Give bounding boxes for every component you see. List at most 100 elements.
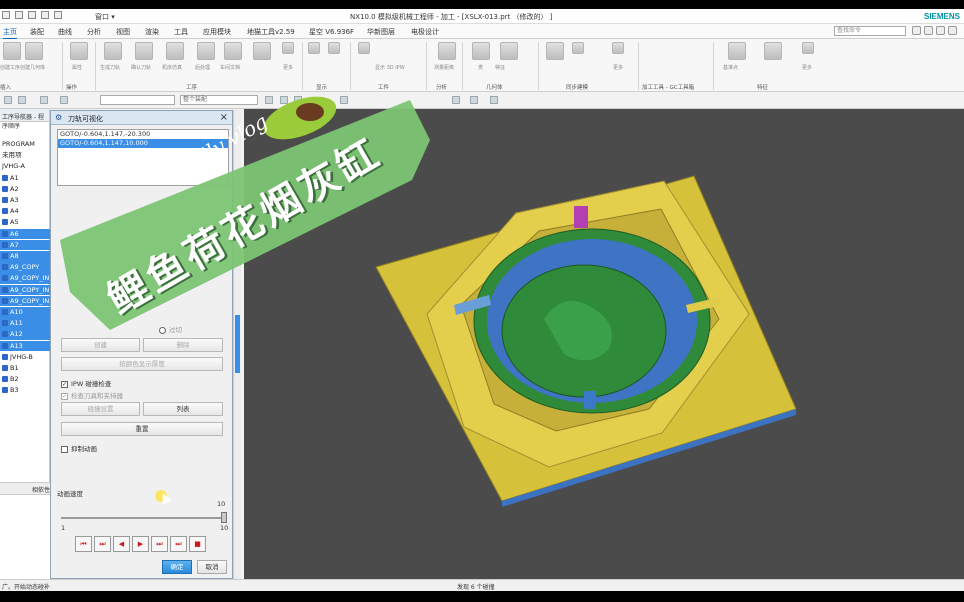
restore-icon[interactable] [948,26,957,35]
suppress-animation-checkbox[interactable]: 抑制动画 [61,443,97,453]
goto-line[interactable]: GOTO/-0.604,1.147,10.000 [58,139,228,148]
undo-icon[interactable] [41,11,49,19]
show-thickness-by-color-button[interactable]: 按颜色显示厚度 [61,357,223,371]
delete-button[interactable]: 删除 [143,338,223,352]
tab-tools[interactable]: 工具 [174,27,188,37]
assembly-filter-select[interactable]: 整个装配 [180,95,258,105]
help-icon[interactable] [924,26,933,35]
navigator-item[interactable]: A8 [0,251,50,262]
navigator-item[interactable]: A10 [0,307,50,318]
navigator-item[interactable]: B1 [0,363,50,374]
tab-xingkong[interactable]: 星空 V6.936F [309,27,354,37]
tab-dimao-tools[interactable]: 地猫工具v2.59 [247,27,295,37]
navigator-item[interactable]: B3 [0,385,50,396]
navigator-item[interactable]: A9_COPY_IN [0,295,50,307]
check-tool-holder[interactable]: ✓ 检查刀具和夹持器 [61,390,123,400]
create-geometry-icon[interactable] [25,42,43,60]
overcut-radio[interactable]: 过切 [159,324,182,334]
properties-icon[interactable] [70,42,88,60]
list-button[interactable]: 列表 [143,402,223,416]
fast-forward-icon[interactable]: ⏭ [170,536,187,552]
animation-speed-slider[interactable] [61,517,225,519]
filter-icon[interactable] [18,96,26,104]
create-operation-icon[interactable] [3,42,21,60]
collision-settings-button[interactable]: 碰撞设置 [61,402,140,416]
goto-list[interactable]: GOTO/-0.604,1.147,-20.300 GOTO/-0.604,1.… [57,129,229,186]
tab-home[interactable]: 主页 [3,26,17,40]
view-icon[interactable] [340,96,348,104]
navigator-item[interactable]: JVHG-A [0,161,50,172]
ok-button[interactable]: 确定 [162,560,192,574]
measure-distance-icon[interactable] [438,42,456,60]
navigator-item[interactable]: A12 [0,329,50,340]
ribbon-collapse-icon[interactable] [936,26,945,35]
type-filter-select[interactable] [100,95,175,105]
navigator-item[interactable]: A9_COPY_IN [0,273,50,284]
machine-simulation-icon[interactable] [166,42,184,60]
create-button[interactable]: 创建 [61,338,140,352]
render-style-icon[interactable] [452,96,460,104]
navigator-item[interactable]: A5 [0,217,50,228]
ipw-collision-check[interactable]: ✓ IPW 碰撞检查 [61,378,111,388]
new-icon[interactable] [2,11,10,19]
navigator-item[interactable]: A2 [0,184,50,195]
navigator-item[interactable]: PROGRAM [0,139,50,150]
tab-render[interactable]: 渲染 [145,27,159,37]
select-2-icon[interactable] [280,96,288,104]
rewind-to-start-icon[interactable]: ⏮ [75,536,92,552]
shop-doc-icon[interactable] [224,42,242,60]
command-search-input[interactable]: 查找命令 [834,26,906,36]
replace-face-icon[interactable] [572,42,584,54]
tab-huaxin-layer[interactable]: 华新图层 [367,27,395,37]
display-2-icon[interactable] [328,42,340,54]
quick-access-toolbar[interactable] [2,11,62,19]
navigator-item[interactable]: A6 [0,228,50,240]
navigator-item[interactable]: A7 [0,239,50,251]
navigator-item[interactable]: A11 [0,318,50,329]
navigator-item[interactable]: B2 [0,374,50,385]
snap-icon[interactable] [40,96,48,104]
step-back-icon[interactable]: ⏭ [94,536,111,552]
navigator-item[interactable]: A3 [0,195,50,206]
tab-curve[interactable]: 曲线 [58,27,72,37]
generate-toolpath-icon[interactable] [104,42,122,60]
play-reverse-icon[interactable]: ◀ [113,536,130,552]
shop-doc-2-icon[interactable] [253,42,271,60]
select-icon[interactable] [265,96,273,104]
layer-icon[interactable] [490,96,498,104]
orient-icon[interactable] [470,96,478,104]
slider-thumb[interactable] [221,512,227,523]
navigator-scrollbar[interactable] [233,110,241,579]
postprocess-icon[interactable] [197,42,215,60]
select-3-icon[interactable] [294,96,302,104]
menu-icon[interactable] [4,96,12,104]
navigator-item[interactable]: A13 [0,340,50,352]
navigator-item[interactable]: A1 [0,173,50,184]
navigator-item[interactable]: A9_COPY [0,262,50,273]
snap-2-icon[interactable] [60,96,68,104]
extract-geometry-icon[interactable] [500,42,518,60]
tab-analysis[interactable]: 分析 [87,27,101,37]
display-icon[interactable] [308,42,320,54]
sync-more-icon[interactable] [612,42,624,54]
search-icon[interactable] [912,26,921,35]
more-icon[interactable] [282,42,294,54]
save-icon[interactable] [28,11,36,19]
tab-assembly[interactable]: 装配 [30,27,44,37]
play-icon[interactable]: ▶ [132,536,149,552]
tab-application[interactable]: 应用模块 [203,27,231,37]
window-menu[interactable]: 窗口 ▾ [95,12,115,22]
goto-line[interactable]: GOTO/-0.604,1.147,-20.300 [58,130,228,139]
stop-icon[interactable]: ■ [189,536,206,552]
feature-more-icon[interactable] [802,42,814,54]
tab-electrode-design[interactable]: 电极设计 [411,27,439,37]
close-icon[interactable]: × [220,112,228,123]
navigator-item[interactable]: 未用项 [0,150,50,161]
navigator-item[interactable]: A4 [0,206,50,217]
workpiece-icon[interactable] [358,42,370,54]
tab-view[interactable]: 视图 [116,27,130,37]
scrollbar-thumb[interactable] [235,315,240,373]
cancel-button[interactable]: 取消 [197,560,227,574]
point-icon[interactable] [472,42,490,60]
datum-point-icon[interactable] [728,42,746,60]
